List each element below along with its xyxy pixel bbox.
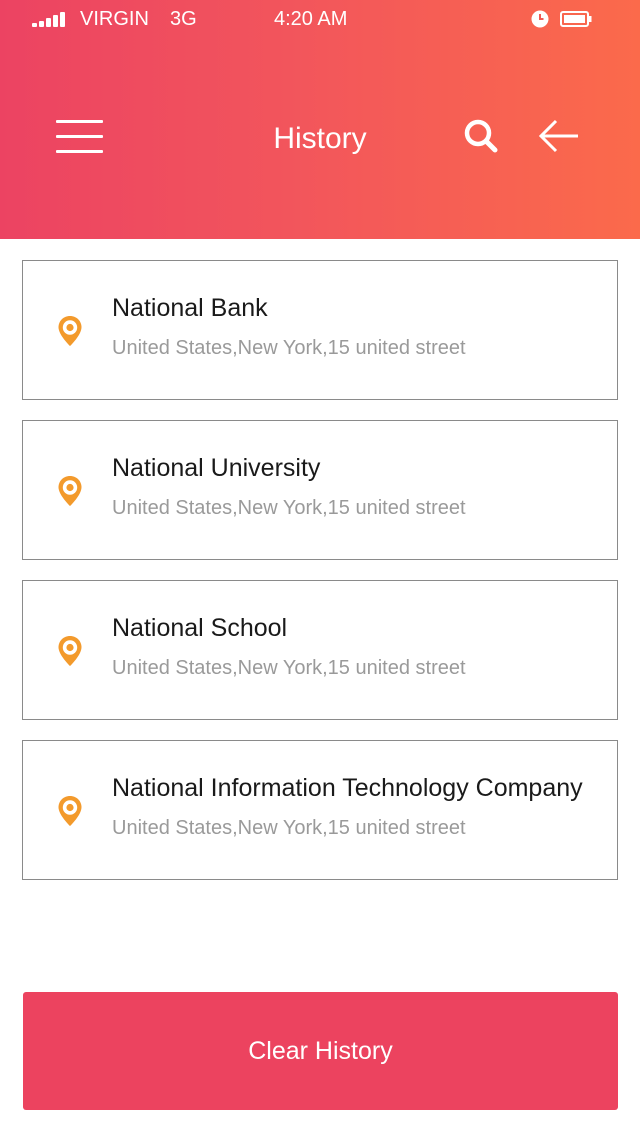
back-button[interactable] bbox=[538, 117, 580, 155]
place-name: National Bank bbox=[112, 294, 268, 322]
network-type: 3G bbox=[170, 8, 197, 30]
place-name: National University bbox=[112, 454, 321, 482]
location-pin-icon bbox=[58, 316, 82, 346]
app-header: VIRGIN 3G 4:20 AM History bbox=[0, 0, 640, 239]
location-pin-icon bbox=[58, 636, 82, 666]
location-pin-icon bbox=[58, 796, 82, 826]
carrier-name: VIRGIN bbox=[80, 8, 149, 30]
place-address: United States,New York,15 united street bbox=[112, 817, 466, 839]
place-address: United States,New York,15 united street bbox=[112, 497, 466, 519]
alarm-icon bbox=[531, 10, 549, 28]
clear-history-button[interactable]: Clear History bbox=[23, 992, 618, 1110]
place-address: United States,New York,15 united street bbox=[112, 337, 466, 359]
status-bar: VIRGIN 3G 4:20 AM bbox=[0, 0, 640, 40]
place-name: National Information Technology Company bbox=[112, 774, 583, 802]
search-button[interactable] bbox=[462, 117, 500, 155]
history-item[interactable]: National University United States,New Yo… bbox=[22, 420, 618, 560]
place-name: National School bbox=[112, 614, 288, 642]
signal-icon bbox=[32, 12, 68, 27]
history-item[interactable]: National School United States,New York,1… bbox=[22, 580, 618, 720]
back-arrow-icon bbox=[538, 119, 578, 153]
battery-icon bbox=[560, 11, 592, 27]
place-address: United States,New York,15 united street bbox=[112, 657, 466, 679]
location-pin-icon bbox=[58, 476, 82, 506]
search-icon bbox=[464, 119, 498, 153]
history-item[interactable]: National Information Technology Company … bbox=[22, 740, 618, 880]
history-item[interactable]: National Bank United States,New York,15 … bbox=[22, 260, 618, 400]
status-time: 4:20 AM bbox=[274, 8, 348, 30]
history-list: National Bank United States,New York,15 … bbox=[22, 260, 618, 900]
